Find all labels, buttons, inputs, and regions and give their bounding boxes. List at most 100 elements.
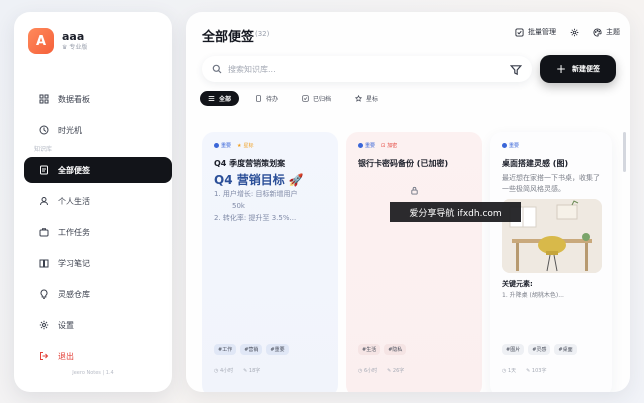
user-name: aaa: [62, 30, 85, 43]
card-stats: ◷ 4小时 ✎ 18字: [214, 367, 260, 374]
list-icon: [208, 95, 215, 102]
crown-icon: ♛: [62, 44, 68, 51]
card-words: ✎ 103字: [526, 368, 547, 374]
sidebar-item-study[interactable]: 学习笔记: [24, 250, 172, 276]
card-words: ✎ 18字: [243, 368, 261, 374]
settings-button[interactable]: [570, 28, 579, 37]
avatar[interactable]: A: [28, 28, 54, 54]
tag[interactable]: #重要: [266, 344, 289, 355]
sidebar-item-label: 数据看板: [58, 94, 90, 104]
card-title: 银行卡密码备份 (已加密): [358, 159, 449, 168]
scrollbar[interactable]: [623, 132, 626, 172]
note-card[interactable]: 重要 桌面搭建灵感 (图) 最近想在家搭一下书桌，收集了一些极简风格灵感。 关键…: [490, 132, 612, 392]
sidebar-item-dashboard[interactable]: 数据看板: [24, 86, 172, 112]
tag[interactable]: #隐私: [384, 344, 407, 355]
batch-manage-button[interactable]: 批量管理: [515, 27, 556, 37]
book-icon: [38, 257, 50, 269]
card-time: ◷ 6小时: [358, 368, 378, 374]
tag[interactable]: #桌面: [554, 344, 577, 355]
card-line: 1. 升降桌 (胡桃木色)...: [502, 292, 564, 299]
sidebar-item-work[interactable]: 工作任务: [24, 219, 172, 245]
tab-all[interactable]: 全部: [200, 91, 240, 106]
app-version: Jeero Notes | 1.4: [72, 370, 114, 376]
sidebar-item-label: 工作任务: [58, 227, 90, 237]
tag[interactable]: #生活: [358, 344, 381, 355]
sidebar-item-label: 时光机: [58, 125, 82, 135]
tab-todo[interactable]: 待办: [247, 91, 286, 106]
plus-icon: +: [555, 62, 567, 76]
theme-label: 主题: [606, 28, 620, 36]
sidebar-nav: 数据看板 时光机 知识库 全部便签 个人生活 工作任务 学习笔记 灵感仓库 设置…: [24, 86, 172, 374]
card-line: 1. 用户增长: 目标新增用户: [214, 190, 298, 198]
theme-button[interactable]: 主题: [593, 27, 620, 37]
logout-icon: [38, 350, 50, 362]
badge-encrypted: ⊡ 加密: [381, 142, 398, 150]
filter-icon[interactable]: [510, 64, 522, 76]
tag[interactable]: #工作: [214, 344, 237, 355]
card-words: ✎ 26字: [387, 368, 405, 374]
tag[interactable]: #灵感: [528, 344, 551, 355]
star-icon: [355, 95, 363, 102]
card-badges: 重要 ★ 星标: [214, 142, 326, 149]
gear-icon: [570, 28, 579, 36]
sidebar-item-ideas[interactable]: 灵感仓库: [24, 281, 172, 307]
note-card[interactable]: 重要 ⊡ 加密 银行卡密码备份 (已加密) #生活 #隐私 ◷ 6小时 ✎ 26字: [346, 132, 482, 392]
sidebar-item-personal[interactable]: 个人生活: [24, 188, 172, 214]
briefcase-icon: [38, 226, 50, 238]
filter-tabs: 全部 待办 已归档 星标: [200, 91, 386, 106]
checkbox-icon: [515, 27, 524, 37]
gear-icon: [38, 319, 50, 331]
history-icon: [38, 124, 50, 136]
card-title: Q4 季度营销策划案: [214, 159, 286, 168]
page-title: 全部便签: [202, 30, 255, 45]
sidebar-item-timemachine[interactable]: 时光机: [24, 117, 172, 143]
card-tags: #工作 #营销 #重要: [214, 344, 289, 355]
badge-important: 重要: [358, 142, 375, 149]
checkbox-icon: [302, 95, 309, 102]
tab-label: 星标: [366, 96, 379, 103]
card-badges: 重要: [502, 142, 600, 149]
lock-icon: ⊡: [381, 142, 386, 149]
sidebar-item-logout[interactable]: 退出: [24, 343, 172, 369]
tab-archived[interactable]: 已归档: [294, 91, 339, 106]
badge-starred: ★ 星标: [237, 142, 254, 150]
new-note-button[interactable]: + 新建便签: [540, 55, 616, 83]
tag[interactable]: #营销: [240, 344, 263, 355]
sidebar-item-label: 灵感仓库: [58, 289, 90, 299]
flag-icon: [358, 143, 363, 148]
tab-label: 已归档: [313, 96, 332, 103]
bulb-icon: [38, 288, 50, 300]
new-note-label: 新建便签: [572, 65, 601, 73]
card-time: ◷ 4小时: [214, 368, 234, 374]
header-actions: 批量管理 主题: [515, 27, 620, 37]
card-line: 50k: [232, 202, 245, 210]
card-tags: #生活 #隐私: [358, 344, 407, 355]
card-subheading: 关键元素:: [502, 280, 533, 288]
sidebar-item-all-notes[interactable]: 全部便签: [24, 157, 172, 183]
search-icon: [212, 64, 222, 74]
sidebar-item-label: 退出: [58, 351, 74, 361]
tag[interactable]: #图片: [502, 344, 525, 355]
note-icon: [38, 164, 50, 176]
doc-icon: [256, 95, 261, 102]
note-count: (32): [255, 30, 270, 38]
sidebar-item-label: 全部便签: [58, 165, 90, 175]
search-input[interactable]: [228, 64, 468, 74]
lock-icon: [410, 186, 418, 195]
search-bar[interactable]: [202, 56, 532, 82]
card-stats: ◷ 6小时 ✎ 26字: [358, 367, 404, 374]
user-plan-label: 专业版: [69, 44, 88, 51]
badge-important: 重要: [214, 142, 231, 149]
palette-icon: [593, 27, 602, 37]
note-card[interactable]: 重要 ★ 星标 Q4 季度营销策划案 Q4 营销目标 🚀 1. 用户增长: 目标新…: [202, 132, 338, 392]
card-tags: #图片 #灵感 #桌面: [502, 344, 577, 355]
tab-starred[interactable]: 星标: [347, 91, 386, 106]
badge-important: 重要: [502, 142, 519, 149]
sidebar-item-settings[interactable]: 设置: [24, 312, 172, 338]
card-time: ◷ 1天: [502, 368, 517, 374]
sidebar-section-label: 知识库: [34, 146, 53, 153]
card-description: 最近想在家搭一下书桌，收集了一些极简风格灵感。: [502, 174, 600, 193]
card-stats: ◷ 1天 ✎ 103字: [502, 367, 546, 374]
card-heading: Q4 营销目标 🚀: [214, 173, 304, 187]
user-profile[interactable]: A aaa ♛ 专业版: [28, 28, 87, 54]
